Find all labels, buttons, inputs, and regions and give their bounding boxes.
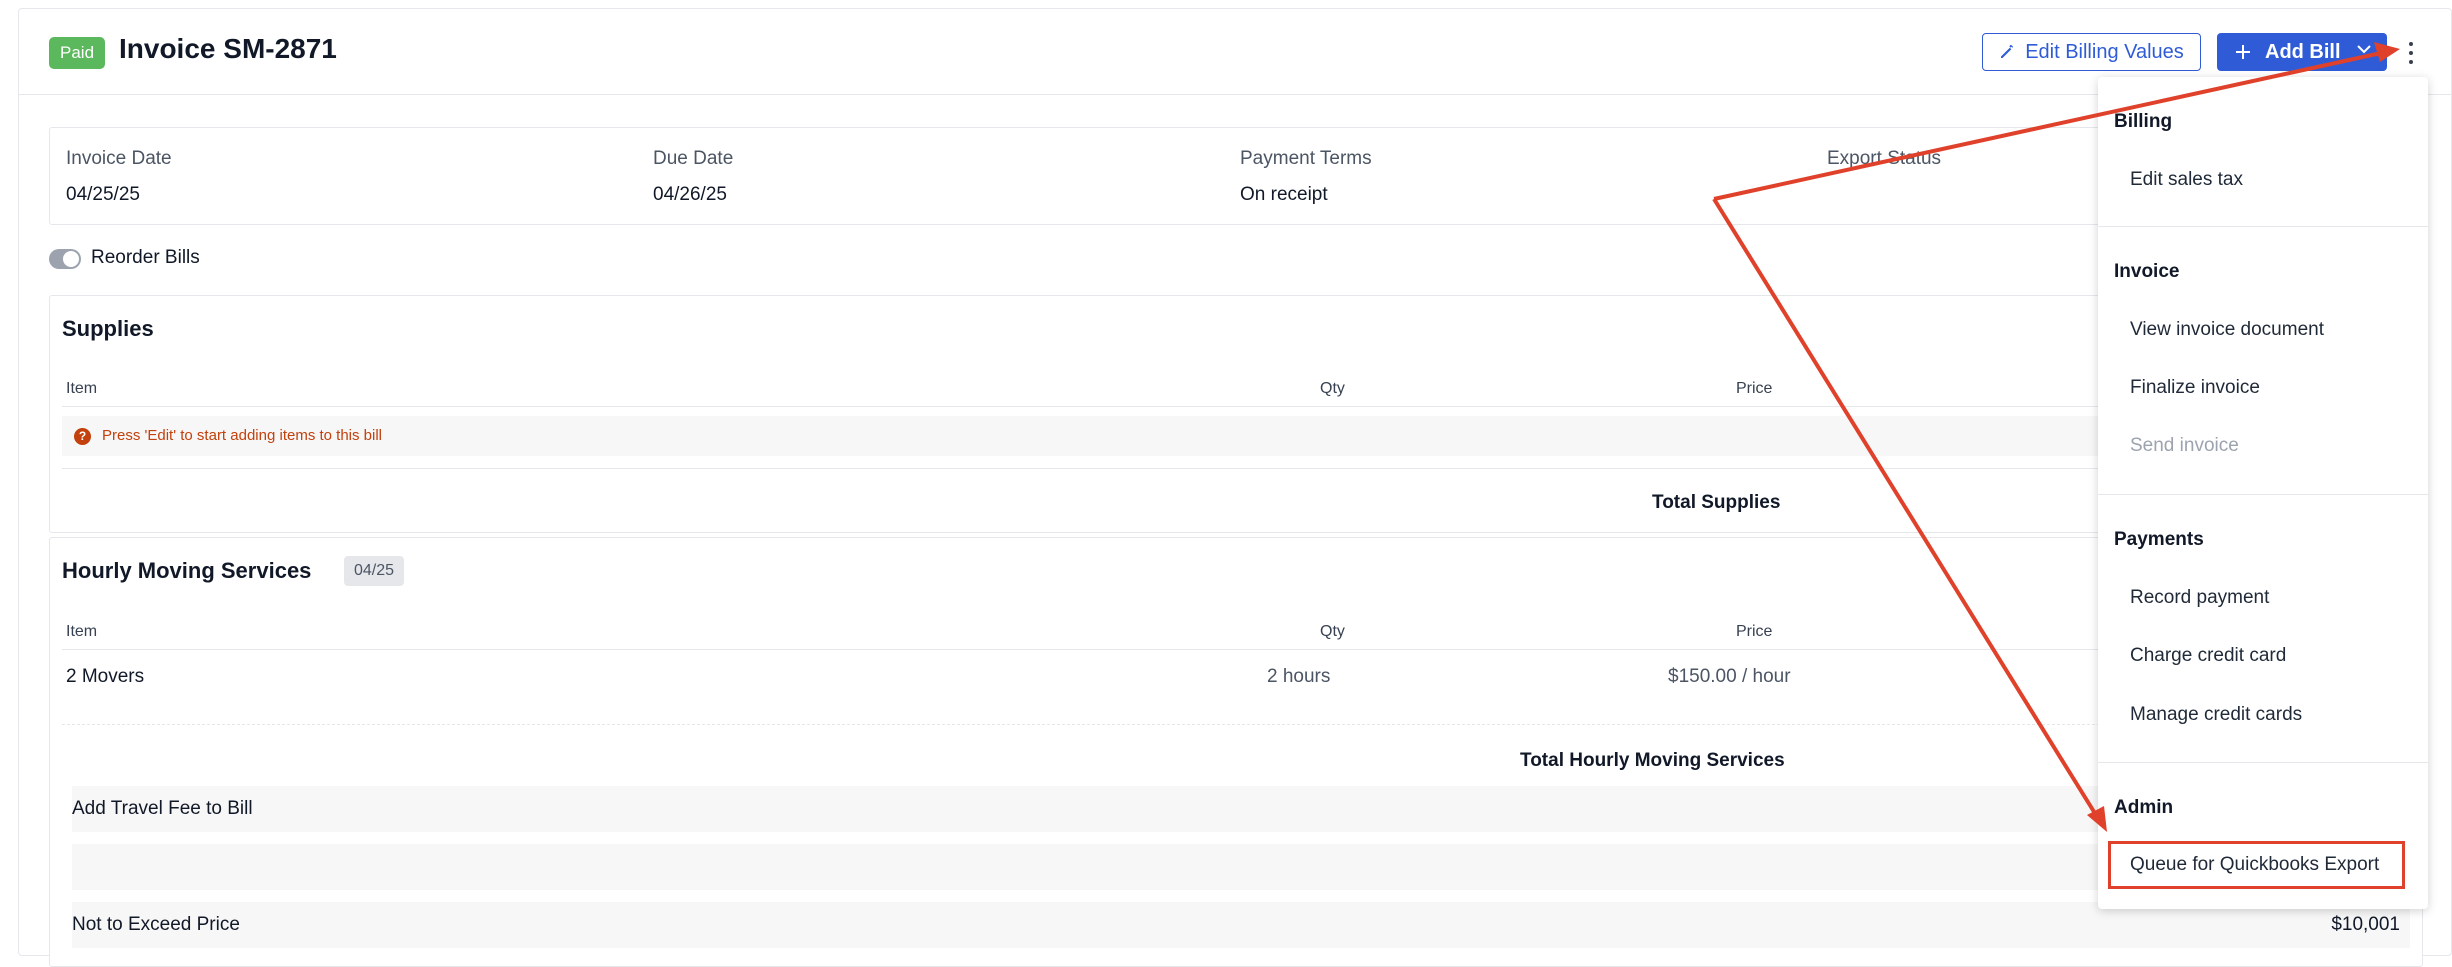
row-divider: [62, 724, 2410, 725]
invoice-panel: Paid Invoice SM-2871 Edit Billing Values…: [18, 8, 2452, 967]
menu-divider: [2098, 494, 2428, 495]
pencil-icon: [2001, 45, 2014, 58]
invoice-date-value: 04/25/25: [66, 184, 140, 205]
menu-item-charge-credit-card[interactable]: Charge credit card: [2130, 645, 2286, 667]
empty-row: [72, 844, 2410, 890]
row-divider: [62, 468, 2410, 469]
question-circle-icon: ?: [74, 428, 91, 445]
supplies-title: Supplies: [62, 316, 154, 341]
invoice-meta: Invoice Date 04/25/25 Due Date 04/26/25 …: [49, 127, 2423, 225]
more-options-menu: Billing Edit sales tax Invoice View invo…: [2098, 77, 2428, 909]
hourly-moving-bill-card: Hourly Moving Services 04/25 Item Qty Pr…: [49, 537, 2423, 967]
nte-row: Not to Exceed Price $10,001: [72, 902, 2410, 948]
line-item-name: 2 Movers: [66, 666, 145, 687]
menu-section-invoice: Invoice: [2114, 261, 2180, 282]
bill-date-chip: 04/25: [344, 556, 405, 586]
chevron-down-icon[interactable]: [2355, 40, 2373, 63]
col-price: Price: [1736, 380, 1773, 397]
menu-section-payments: Payments: [2114, 529, 2204, 550]
due-date-value: 04/26/25: [653, 184, 727, 205]
menu-divider: [2098, 226, 2428, 227]
nte-value: $10,001: [2331, 914, 2400, 935]
due-date-field: Due Date 04/26/25: [653, 148, 733, 206]
total-hourly-label: Total Hourly Moving Services: [1520, 750, 1785, 771]
menu-item-manage-credit-cards[interactable]: Manage credit cards: [2130, 704, 2302, 726]
menu-section-admin: Admin: [2114, 797, 2174, 818]
total-supplies-label: Total Supplies: [1652, 492, 1781, 513]
header-divider: [62, 649, 2410, 650]
invoice-date-field: Invoice Date 04/25/25: [66, 148, 172, 206]
payment-terms-field: Payment Terms On receipt: [1240, 148, 1372, 206]
travel-fee-row[interactable]: Add Travel Fee to Bill: [72, 786, 2410, 832]
menu-item-queue-quickbooks-export[interactable]: Queue for Quickbooks Export: [2130, 854, 2379, 876]
line-item-qty: 2 hours: [1267, 666, 1331, 687]
col-qty: Qty: [1320, 380, 1345, 397]
col-qty: Qty: [1320, 623, 1345, 640]
col-item: Item: [66, 380, 98, 397]
menu-item-finalize-invoice[interactable]: Finalize invoice: [2130, 377, 2260, 399]
export-status-label: Export Status: [1827, 148, 1942, 169]
add-travel-fee-link[interactable]: Add Travel Fee to Bill: [72, 798, 253, 820]
payment-terms-label: Payment Terms: [1240, 148, 1372, 169]
supplies-bill-card: Supplies Item Qty Price ? Press 'Edit' t…: [49, 295, 2423, 533]
col-item: Item: [66, 623, 98, 640]
hourly-moving-title: Hourly Moving Services: [62, 558, 312, 583]
export-status-field: Export Status: [1827, 148, 1941, 170]
status-badge: Paid: [49, 37, 106, 69]
header-divider: [62, 406, 2410, 407]
payment-terms-value: On receipt: [1240, 184, 1328, 205]
edit-billing-label: Edit Billing Values: [2025, 40, 2184, 63]
menu-item-record-payment[interactable]: Record payment: [2130, 587, 2269, 609]
menu-divider: [2098, 762, 2428, 763]
reorder-bills-label: Reorder Bills: [91, 247, 200, 268]
page-title: Invoice SM-2871: [119, 33, 337, 64]
nte-label: Not to Exceed Price: [72, 914, 240, 935]
menu-item-edit-sales-tax[interactable]: Edit sales tax: [2130, 169, 2243, 191]
menu-section-billing: Billing: [2114, 111, 2173, 132]
invoice-header: Paid Invoice SM-2871 Edit Billing Values…: [19, 9, 2451, 95]
line-item-price: $150.00 / hour: [1668, 666, 1791, 687]
edit-billing-values-button[interactable]: Edit Billing Values: [1982, 33, 2201, 71]
menu-item-send-invoice: Send invoice: [2130, 435, 2239, 456]
due-date-label: Due Date: [653, 148, 734, 169]
add-bill-button[interactable]: Add Bill: [2217, 33, 2387, 71]
col-price: Price: [1736, 623, 1773, 640]
menu-item-view-invoice-document[interactable]: View invoice document: [2130, 319, 2324, 341]
empty-bill-message: Press 'Edit' to start adding items to th…: [102, 427, 383, 444]
reorder-bills-toggle[interactable]: [49, 249, 81, 269]
add-bill-label: Add Bill: [2265, 40, 2341, 63]
plus-icon: [2236, 45, 2250, 59]
empty-bill-notice: ? Press 'Edit' to start adding items to …: [62, 416, 2410, 456]
more-options-icon[interactable]: [2403, 39, 2419, 67]
invoice-date-label: Invoice Date: [66, 148, 172, 169]
